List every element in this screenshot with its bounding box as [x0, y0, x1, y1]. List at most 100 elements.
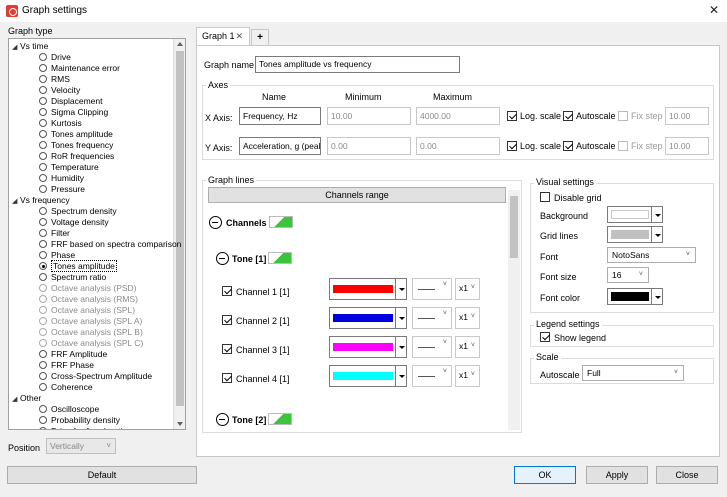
- radio-icon[interactable]: [39, 295, 47, 303]
- scrollbar-thumb[interactable]: [176, 51, 184, 406]
- radio-icon[interactable]: [39, 53, 47, 61]
- radio-icon[interactable]: [39, 119, 47, 127]
- tone2-collapse-toggle[interactable]: [216, 413, 229, 426]
- radio-icon[interactable]: [39, 317, 47, 325]
- disable-grid-checkbox[interactable]: [540, 192, 550, 202]
- close-button[interactable]: Close: [656, 466, 718, 484]
- tone1-collapse-toggle[interactable]: [216, 252, 229, 265]
- channel-checkbox[interactable]: [222, 373, 232, 383]
- x-fix-step-checkbox[interactable]: [618, 111, 628, 121]
- channel-checkbox[interactable]: [222, 286, 232, 296]
- graph-type-tree[interactable]: ◢ Vs time Drive Maintenance error RMS Velocit…: [8, 38, 186, 430]
- tree-item[interactable]: FRF based on spectra comparison: [39, 239, 181, 250]
- tree-item[interactable]: Octave analysis (SPL): [39, 305, 135, 316]
- channel-checkbox[interactable]: [222, 344, 232, 354]
- radio-icon[interactable]: [39, 328, 47, 336]
- radio-selected-icon[interactable]: [39, 262, 47, 270]
- tree-item[interactable]: FRF Amplitude: [39, 349, 107, 360]
- tree-item[interactable]: Drive: [39, 52, 71, 63]
- tree-item[interactable]: FRF Phase: [39, 360, 94, 371]
- radio-icon[interactable]: [39, 152, 47, 160]
- background-color-picker[interactable]: [607, 206, 663, 223]
- tree-item[interactable]: Voltage density: [39, 217, 109, 228]
- tree-group[interactable]: ◢ Vs frequency: [12, 195, 70, 206]
- multiplier-select[interactable]: x1 ˅: [455, 278, 480, 300]
- tree-item[interactable]: Spectrum density: [39, 206, 117, 217]
- channel-checkbox[interactable]: [222, 315, 232, 325]
- tab-close-icon[interactable]: ✕: [235, 28, 243, 45]
- radio-icon[interactable]: [39, 218, 47, 226]
- radio-icon[interactable]: [39, 75, 47, 83]
- tree-item[interactable]: Kurtosis: [39, 118, 82, 129]
- tree-item[interactable]: Tones amplitude: [39, 129, 113, 140]
- line-style-select[interactable]: ˅: [412, 307, 452, 329]
- radio-icon[interactable]: [39, 273, 47, 281]
- tree-item[interactable]: Oscilloscope: [39, 404, 99, 415]
- channels-visibility-toggle[interactable]: [269, 216, 293, 228]
- default-button[interactable]: Default: [7, 466, 197, 484]
- tree-item[interactable]: Coherence: [39, 382, 93, 393]
- multiplier-select[interactable]: x1 ˅: [455, 365, 480, 387]
- y-log-scale-checkbox[interactable]: [507, 141, 517, 151]
- tree-item[interactable]: Maintenance error: [39, 63, 120, 74]
- radio-icon[interactable]: [39, 240, 47, 248]
- line-style-select[interactable]: ˅: [412, 336, 452, 358]
- x-axis-name-input[interactable]: Frequency, Hz: [239, 107, 321, 125]
- tree-item[interactable]: Octave analysis (SPL B): [39, 327, 143, 338]
- line-style-select[interactable]: ˅: [412, 278, 452, 300]
- tone1-visibility-toggle[interactable]: [268, 252, 292, 264]
- font-select[interactable]: NotoSans ˅: [607, 247, 696, 263]
- multiplier-select[interactable]: x1 ˅: [455, 307, 480, 329]
- radio-icon[interactable]: [39, 229, 47, 237]
- tree-item[interactable]: Octave analysis (PSD): [39, 283, 137, 294]
- grid-lines-color-picker[interactable]: [607, 226, 663, 243]
- y-axis-min-input[interactable]: 0.00: [327, 137, 411, 155]
- show-legend-checkbox[interactable]: [540, 332, 550, 342]
- tree-item[interactable]: RoR frequencies: [39, 151, 114, 162]
- radio-icon[interactable]: [39, 427, 47, 429]
- tree-item[interactable]: Sigma Clipping: [39, 107, 108, 118]
- graph-lines-scrollbar[interactable]: [508, 190, 520, 430]
- expand-triangle-icon[interactable]: ◢: [12, 42, 20, 53]
- x-log-scale-checkbox[interactable]: [507, 111, 517, 121]
- add-tab-button[interactable]: +: [251, 29, 269, 46]
- autoscale-select[interactable]: Full ˅: [582, 365, 684, 381]
- multiplier-select[interactable]: x1 ˅: [455, 336, 480, 358]
- tree-group[interactable]: ◢ Other: [12, 393, 41, 404]
- position-select[interactable]: Vertically ˅: [46, 438, 116, 454]
- tree-item[interactable]: Octave analysis (SPL C): [39, 338, 143, 349]
- radio-icon[interactable]: [39, 163, 47, 171]
- expand-triangle-icon[interactable]: ◢: [12, 394, 20, 405]
- scroll-down-icon[interactable]: [177, 422, 183, 426]
- y-axis-name-input[interactable]: Acceleration, g (peak): [239, 137, 321, 155]
- channel-color-picker[interactable]: [329, 307, 407, 329]
- radio-icon[interactable]: [39, 185, 47, 193]
- radio-icon[interactable]: [39, 361, 47, 369]
- radio-icon[interactable]: [39, 339, 47, 347]
- tree-item[interactable]: Pressure: [39, 184, 85, 195]
- tree-item[interactable]: Cross-Spectrum Amplitude: [39, 371, 152, 382]
- font-size-select[interactable]: 16 ˅: [607, 267, 649, 283]
- apply-button[interactable]: Apply: [586, 466, 648, 484]
- radio-icon[interactable]: [39, 383, 47, 391]
- radio-icon[interactable]: [39, 306, 47, 314]
- radio-icon[interactable]: [39, 416, 47, 424]
- channel-color-picker[interactable]: [329, 336, 407, 358]
- expand-triangle-icon[interactable]: ◢: [12, 196, 20, 207]
- y-axis-max-input[interactable]: 0.00: [416, 137, 500, 155]
- radio-icon[interactable]: [39, 141, 47, 149]
- tree-item[interactable]: Tones amplitude: [39, 260, 117, 272]
- radio-icon[interactable]: [39, 350, 47, 358]
- y-step-input[interactable]: 10.00: [665, 137, 709, 155]
- tree-item[interactable]: Humidity: [39, 173, 84, 184]
- tree-item[interactable]: Velocity: [39, 85, 80, 96]
- tree-item[interactable]: Octave analysis (RMS): [39, 294, 138, 305]
- radio-icon[interactable]: [39, 207, 47, 215]
- y-fix-step-checkbox[interactable]: [618, 141, 628, 151]
- channel-color-picker[interactable]: [329, 365, 407, 387]
- tree-item[interactable]: Displacement: [39, 96, 103, 107]
- channels-range-button[interactable]: Channels range: [208, 187, 506, 203]
- radio-icon[interactable]: [39, 405, 47, 413]
- x-axis-max-input[interactable]: 4000.00: [416, 107, 500, 125]
- channels-collapse-toggle[interactable]: [209, 216, 222, 229]
